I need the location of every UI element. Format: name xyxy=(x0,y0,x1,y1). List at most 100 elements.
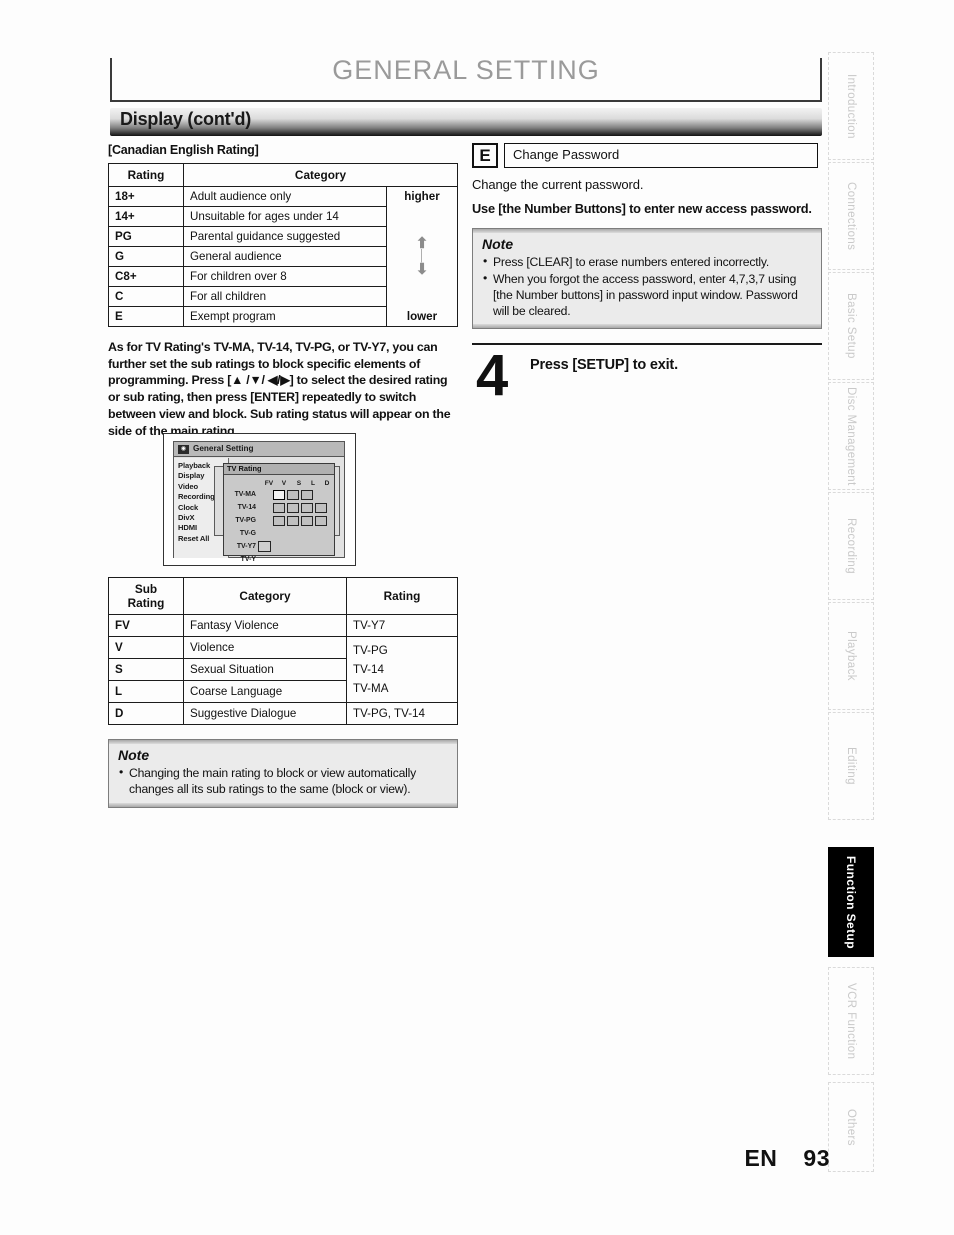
table-row: 14+ Unsuitable for ages under 14 ⬆ │ ⬇ xyxy=(108,206,458,307)
chapter-tabs: Introduction Connections Basic Setup Dis… xyxy=(828,52,874,1172)
note-title: Note xyxy=(482,235,514,252)
change-password-description: Change the current password. xyxy=(472,177,644,192)
rating-category: Exempt program xyxy=(183,306,387,327)
note-list: Press [CLEAR] to erase numbers entered i… xyxy=(482,253,812,319)
row-label-tv-g: TV-G xyxy=(239,530,256,537)
table-header-row: Rating Category xyxy=(108,163,458,187)
canadian-rating-subheading: [Canadian English Rating] xyxy=(108,143,259,157)
table-row: FV Fantasy Violence TV-Y7 xyxy=(108,614,458,637)
tab-introduction[interactable]: Introduction xyxy=(828,52,874,160)
rating-code: 14+ xyxy=(108,206,184,227)
device-screen: ◉ General Setting Playback Display Video… xyxy=(173,441,345,563)
table-row: E Exempt program lower xyxy=(108,306,458,327)
disc-icon: ◉ xyxy=(178,444,189,454)
col-header-category: Category xyxy=(183,163,458,187)
table-row: 18+ Adult audience only higher xyxy=(108,186,458,207)
row-label-tv-y7: TV-Y7 xyxy=(236,543,256,550)
rating-code: C xyxy=(108,286,184,307)
section-title: Display (cont'd) xyxy=(120,109,252,129)
tab-label: Function Setup xyxy=(844,855,858,949)
merged-rating-line: TV-14 xyxy=(353,663,384,677)
tab-label: Playback xyxy=(845,631,857,681)
tab-disc-management[interactable]: Disc Management xyxy=(828,382,874,490)
page-footer: EN 93 xyxy=(690,1145,830,1172)
canadian-rating-table: Rating Category 18+ Adult audience only … xyxy=(108,163,458,327)
col-header-sub-rating: Sub Rating xyxy=(108,577,184,615)
sub-rating-category: Sexual Situation xyxy=(183,658,347,682)
tab-function-setup[interactable]: Function Setup xyxy=(828,847,874,957)
checkbox-tv-14-l[interactable] xyxy=(301,503,313,513)
note-box-right: Note Press [CLEAR] to erase numbers ente… xyxy=(472,227,822,329)
step-e-title-field: Change Password xyxy=(504,143,818,168)
checkbox-tv-ma-s[interactable] xyxy=(287,490,299,500)
rating-code: C8+ xyxy=(108,266,184,287)
tab-vcr-function[interactable]: VCR Function xyxy=(828,967,874,1075)
checkbox-tv-14-d[interactable] xyxy=(315,503,327,513)
tab-recording[interactable]: Recording xyxy=(828,492,874,600)
rating-category: Adult audience only xyxy=(183,186,387,207)
sub-rating-applies-to-merged: TV-PG TV-14 TV-MA xyxy=(346,635,458,704)
sub-rating-code: V xyxy=(108,635,184,660)
note-item: When you forgot the access password, ent… xyxy=(482,270,812,319)
table-row: V Violence TV-PG TV-14 TV-MA xyxy=(108,635,458,704)
tab-label: Introduction xyxy=(845,73,857,139)
sub-rating-category: Fantasy Violence xyxy=(183,614,347,637)
sub-rating-code: L xyxy=(108,680,184,704)
merged-rating-line: TV-PG xyxy=(353,644,388,657)
rating-code: 18+ xyxy=(108,186,184,207)
tab-label: VCR Function xyxy=(845,982,857,1060)
tab-label: Disc Management xyxy=(845,386,857,486)
row-label-tv-ma: TV-MA xyxy=(234,491,256,498)
checkbox-tv-pg-l[interactable] xyxy=(301,516,313,526)
footer-page-number: 93 xyxy=(803,1145,830,1171)
sub-rating-section: Sub Rating Category Rating FV Fantasy Vi… xyxy=(108,577,458,808)
checkbox-tv-14-v[interactable] xyxy=(273,503,285,513)
col-header-category: Category xyxy=(183,577,347,615)
col-header-rating: Rating xyxy=(346,577,458,615)
sub-rating-code: D xyxy=(108,702,184,726)
note-title: Note xyxy=(118,747,150,764)
sub-rating-applies-to: TV-Y7 xyxy=(346,614,458,637)
table-header-row: Sub Rating Category Rating xyxy=(108,577,458,615)
col-header-l: L xyxy=(310,480,316,487)
arrow-up-icon: ⬆ xyxy=(415,235,429,252)
tab-label: Others xyxy=(845,1108,857,1146)
note-box-left: Note Changing the main rating to block o… xyxy=(108,739,458,808)
tab-label: Editing xyxy=(845,747,857,785)
rating-category: Unsuitable for ages under 14 xyxy=(183,206,387,227)
col-header-d: D xyxy=(324,480,330,487)
checkbox-tv-pg-d[interactable] xyxy=(315,516,327,526)
tab-playback[interactable]: Playback xyxy=(828,602,874,710)
checkbox-tv-14-s[interactable] xyxy=(287,503,299,513)
scale-arrow-cell: ⬆ │ ⬇ xyxy=(386,206,458,307)
tab-others[interactable]: Others xyxy=(828,1082,874,1172)
change-password-instruction: Use [the Number Buttons] to enter new ac… xyxy=(472,201,812,216)
table-row: D Suggestive Dialogue TV-PG, TV-14 xyxy=(108,702,458,726)
checkbox-tv-ma-l[interactable] xyxy=(301,490,313,500)
checkbox-tv-ma-v[interactable] xyxy=(273,490,285,500)
arrow-down-icon: ⬇ xyxy=(415,261,429,278)
manual-page: GENERAL SETTING Display (cont'd) [Canadi… xyxy=(0,0,954,1235)
tab-label: Connections xyxy=(845,181,857,251)
footer-language: EN xyxy=(744,1145,778,1171)
rating-category: For children over 8 xyxy=(183,266,387,287)
col-header-fv: FV xyxy=(264,480,274,487)
checkbox-tv-y7-fv[interactable] xyxy=(258,541,271,552)
tab-connections[interactable]: Connections xyxy=(828,162,874,270)
screen-titlebar: ◉ General Setting xyxy=(174,442,344,457)
rating-code: E xyxy=(108,306,184,327)
tab-basic-setup[interactable]: Basic Setup xyxy=(828,272,874,380)
row-label-tv-pg: TV-PG xyxy=(235,517,256,524)
sub-rating-instructions: As for TV Rating's TV-MA, TV-14, TV-PG, … xyxy=(108,340,451,438)
row-label-tv-y: TV-Y xyxy=(240,556,256,563)
step-4: 4 Press [SETUP] to exit. xyxy=(472,345,822,411)
sub-rating-applies-to: TV-PG, TV-14 xyxy=(346,702,458,726)
rating-category: Parental guidance suggested xyxy=(183,226,387,247)
checkbox-tv-pg-v[interactable] xyxy=(273,516,285,526)
tab-editing[interactable]: Editing xyxy=(828,712,874,820)
col-header-s: S xyxy=(296,480,302,487)
sub-rating-category: Violence xyxy=(183,635,347,660)
screen-title: General Setting xyxy=(193,444,254,453)
step-4-text: Press [SETUP] to exit. xyxy=(530,357,678,373)
checkbox-tv-pg-s[interactable] xyxy=(287,516,299,526)
